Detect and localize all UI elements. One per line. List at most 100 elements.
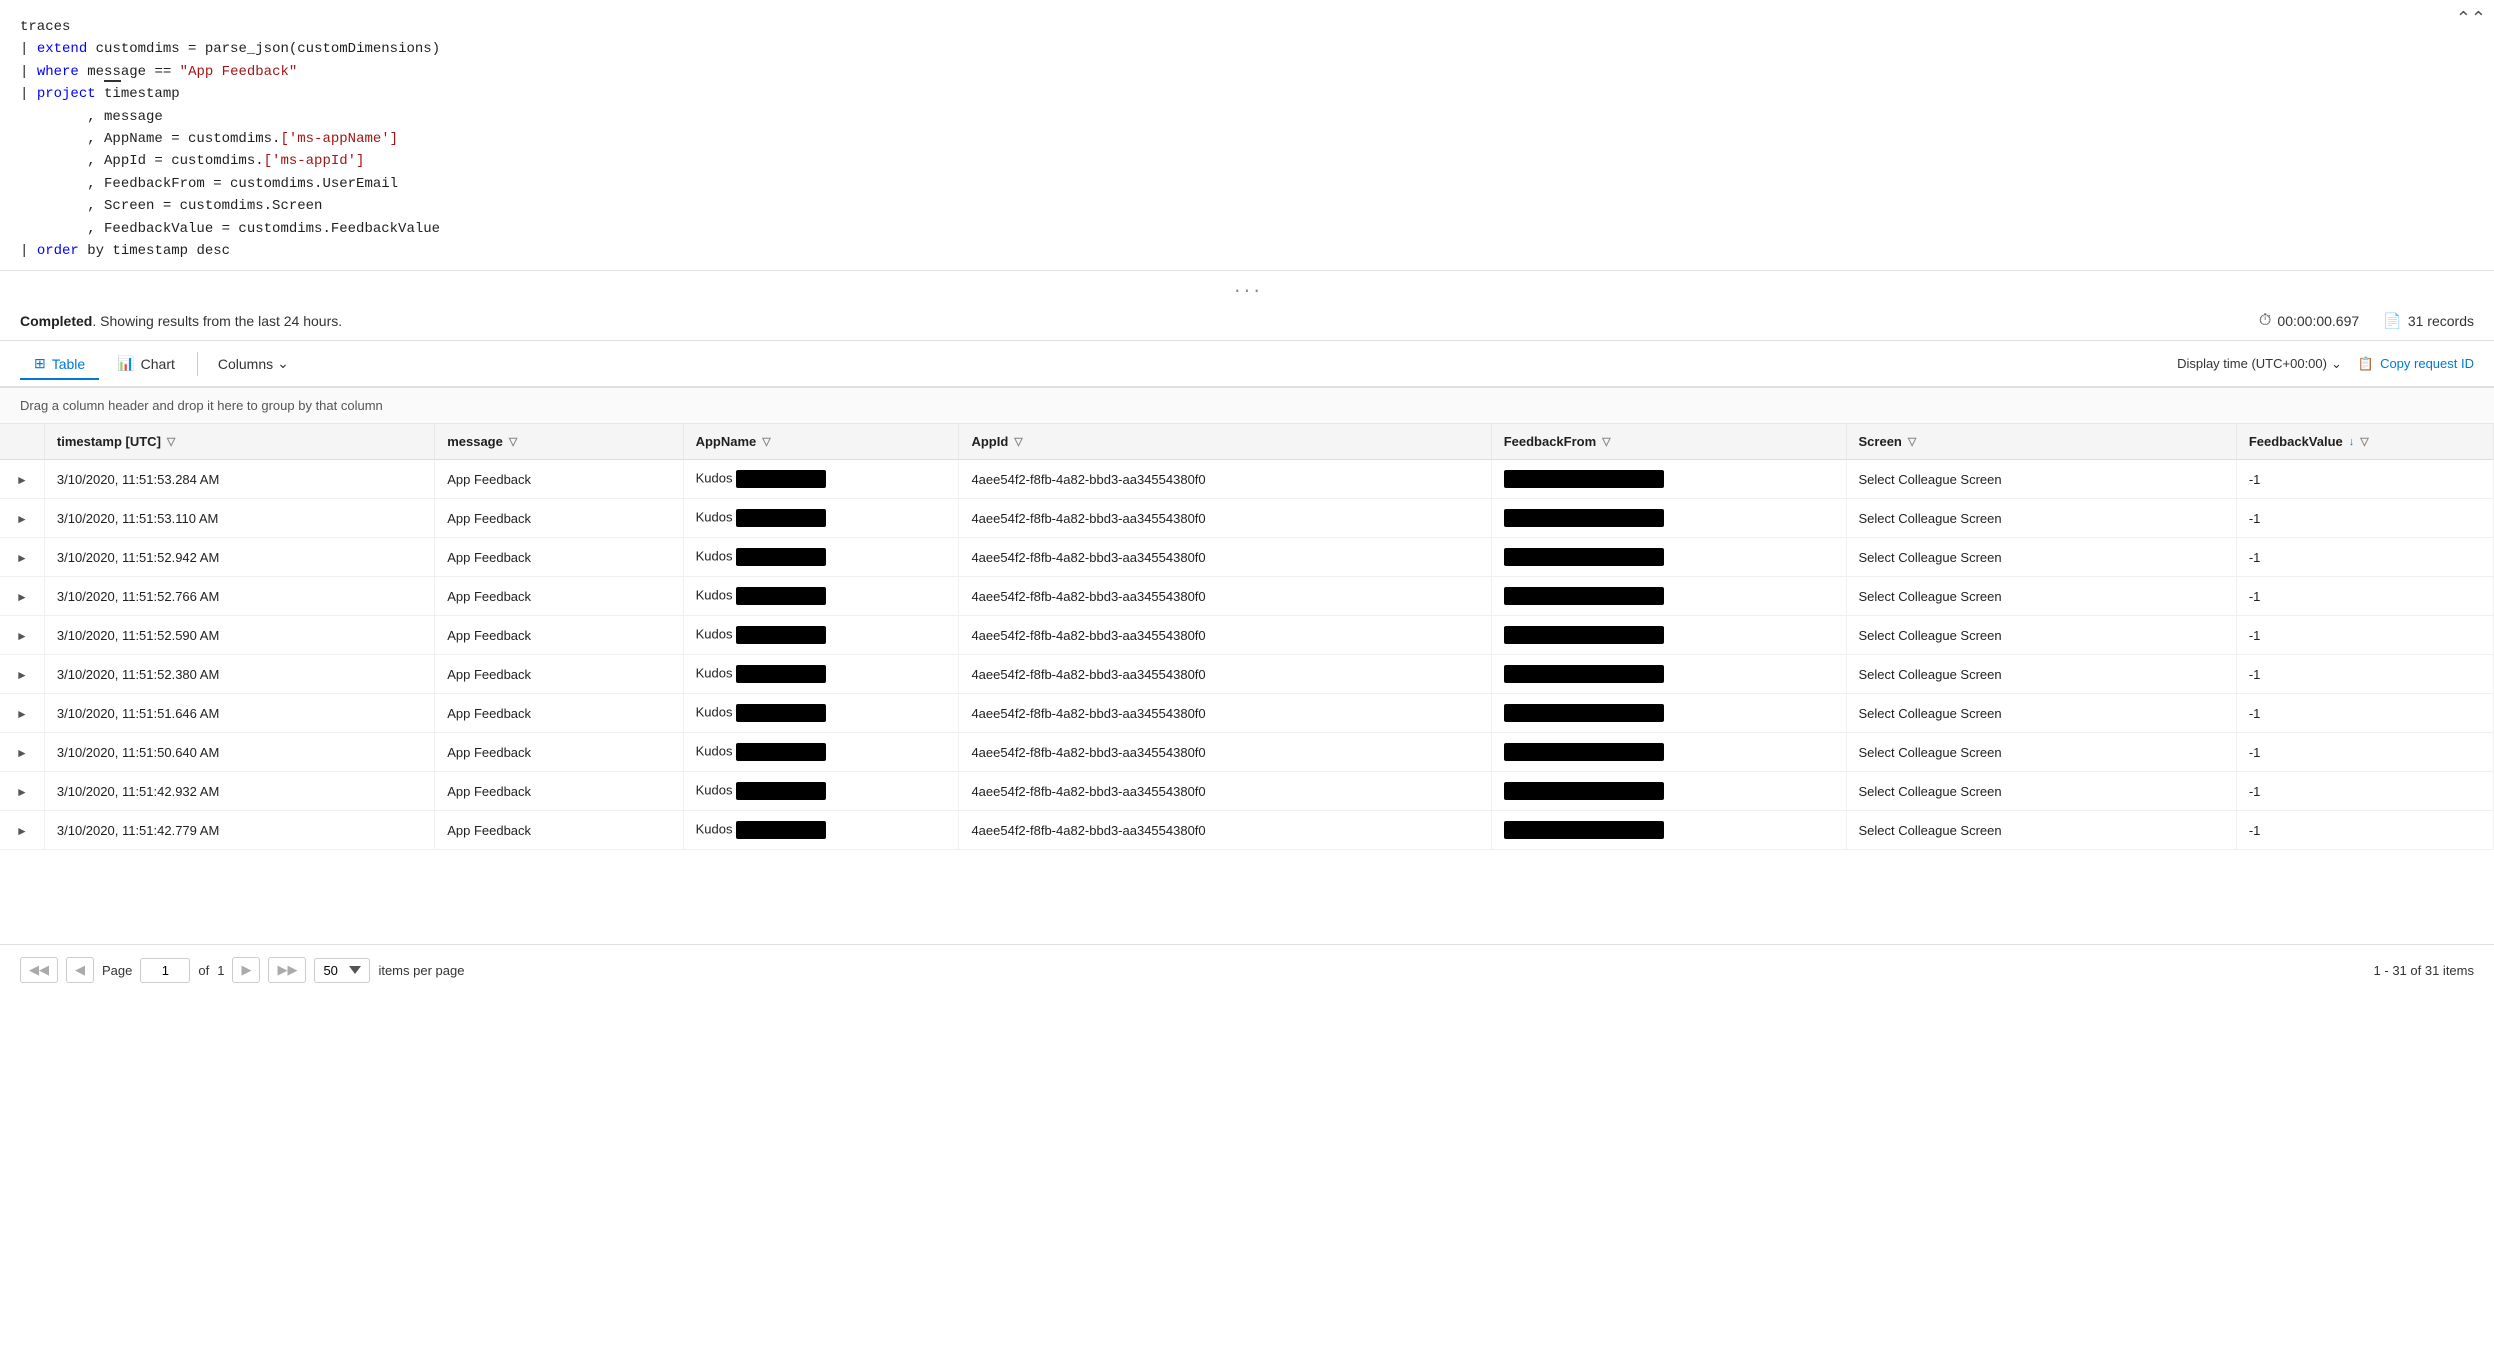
copy-request-label: Copy request ID <box>2380 356 2474 371</box>
row-message-5: App Feedback <box>435 655 683 694</box>
row-timestamp-4: 3/10/2020, 11:51:52.590 AM <box>44 616 434 655</box>
col-feedbackvalue-label: FeedbackValue <box>2249 434 2343 449</box>
query-editor: traces | extend customdims = parse_json(… <box>0 0 2494 271</box>
col-header-feedbackvalue[interactable]: FeedbackValue ↓ ▽ <box>2236 424 2493 460</box>
feedbackfrom-redacted-2 <box>1504 548 1664 566</box>
display-time-label: Display time (UTC+00:00) <box>2177 356 2327 371</box>
row-expand-1[interactable]: ► <box>0 499 44 538</box>
row-feedbackfrom-7 <box>1491 733 1846 772</box>
expand-button-9[interactable]: ► <box>12 824 32 838</box>
expand-button-8[interactable]: ► <box>12 785 32 799</box>
expand-button-4[interactable]: ► <box>12 629 32 643</box>
col-header-message[interactable]: message ▽ <box>435 424 683 460</box>
toolbar-right: Display time (UTC+00:00) ⌄ 📋 Copy reques… <box>2177 356 2474 372</box>
row-expand-4[interactable]: ► <box>0 616 44 655</box>
prev-page-button[interactable]: ◀ <box>66 957 94 983</box>
first-page-button[interactable]: ◀◀ <box>20 957 58 983</box>
filter-icon-feedbackvalue[interactable]: ▽ <box>2360 435 2368 448</box>
row-expand-3[interactable]: ► <box>0 577 44 616</box>
row-expand-8[interactable]: ► <box>0 772 44 811</box>
row-timestamp-9: 3/10/2020, 11:51:42.779 AM <box>44 811 434 850</box>
results-table-wrapper[interactable]: timestamp [UTC] ▽ message ▽ AppName <box>0 424 2494 944</box>
row-timestamp-3: 3/10/2020, 11:51:52.766 AM <box>44 577 434 616</box>
tab-divider <box>197 352 198 376</box>
row-feedbackfrom-3 <box>1491 577 1846 616</box>
row-feedbackfrom-5 <box>1491 655 1846 694</box>
row-expand-6[interactable]: ► <box>0 694 44 733</box>
appname-redacted-8 <box>736 782 826 800</box>
expand-button-0[interactable]: ► <box>12 473 32 487</box>
table-row[interactable]: ► 3/10/2020, 11:51:53.284 AM App Feedbac… <box>0 460 2494 499</box>
row-message-9: App Feedback <box>435 811 683 850</box>
row-timestamp-1: 3/10/2020, 11:51:53.110 AM <box>44 499 434 538</box>
row-screen-4: Select Colleague Screen <box>1846 616 2236 655</box>
table-row[interactable]: ► 3/10/2020, 11:51:42.779 AM App Feedbac… <box>0 811 2494 850</box>
sort-icon-feedbackvalue[interactable]: ↓ <box>2349 436 2355 448</box>
filter-icon-appid[interactable]: ▽ <box>1014 435 1022 448</box>
row-appid-1: 4aee54f2-f8fb-4a82-bbd3-aa34554380f0 <box>959 499 1491 538</box>
status-right: ⏱ 00:00:00.697 📄 31 records <box>2259 312 2474 330</box>
col-header-timestamp[interactable]: timestamp [UTC] ▽ <box>44 424 434 460</box>
timer-display: ⏱ 00:00:00.697 <box>2259 312 2359 330</box>
expand-button-2[interactable]: ► <box>12 551 32 565</box>
row-message-1: App Feedback <box>435 499 683 538</box>
expand-button-6[interactable]: ► <box>12 707 32 721</box>
results-table: timestamp [UTC] ▽ message ▽ AppName <box>0 424 2494 850</box>
pagination-range: 1 - 31 of 31 items <box>2374 963 2474 978</box>
row-appid-8: 4aee54f2-f8fb-4a82-bbd3-aa34554380f0 <box>959 772 1491 811</box>
columns-button[interactable]: Columns ⌄ <box>206 349 301 378</box>
row-expand-2[interactable]: ► <box>0 538 44 577</box>
page-input[interactable] <box>140 958 190 983</box>
display-time-button[interactable]: Display time (UTC+00:00) ⌄ <box>2177 356 2342 372</box>
status-completed: Completed <box>20 313 92 329</box>
filter-icon-timestamp[interactable]: ▽ <box>167 435 175 448</box>
tab-table[interactable]: ⊞ Table <box>20 349 99 380</box>
row-feedbackvalue-4: -1 <box>2236 616 2493 655</box>
query-line-11: | order by timestamp desc <box>20 240 2474 262</box>
table-row[interactable]: ► 3/10/2020, 11:51:42.932 AM App Feedbac… <box>0 772 2494 811</box>
col-header-screen[interactable]: Screen ▽ <box>1846 424 2236 460</box>
filter-icon-feedbackfrom[interactable]: ▽ <box>1602 435 1610 448</box>
table-row[interactable]: ► 3/10/2020, 11:51:52.766 AM App Feedbac… <box>0 577 2494 616</box>
toolbar: ⊞ Table 📊 Chart Columns ⌄ Display time (… <box>0 341 2494 388</box>
row-expand-5[interactable]: ► <box>0 655 44 694</box>
col-header-appid[interactable]: AppId ▽ <box>959 424 1491 460</box>
ellipsis-divider: ... <box>0 271 2494 302</box>
tab-chart[interactable]: 📊 Chart <box>103 349 189 380</box>
next-page-button[interactable]: ▶ <box>232 957 260 983</box>
of-label: of <box>198 963 209 978</box>
table-row[interactable]: ► 3/10/2020, 11:51:53.110 AM App Feedbac… <box>0 499 2494 538</box>
filter-icon-message[interactable]: ▽ <box>509 435 517 448</box>
copy-icon: 📋 <box>2358 356 2374 372</box>
last-page-button[interactable]: ▶▶ <box>268 957 306 983</box>
table-row[interactable]: ► 3/10/2020, 11:51:51.646 AM App Feedbac… <box>0 694 2494 733</box>
drag-hint: Drag a column header and drop it here to… <box>0 388 2494 424</box>
query-line-6: , AppName = customdims.['ms-appName'] <box>20 128 2474 150</box>
copy-request-button[interactable]: 📋 Copy request ID <box>2358 356 2474 372</box>
filter-icon-appname[interactable]: ▽ <box>762 435 770 448</box>
row-appname-4: Kudos <box>683 616 959 655</box>
col-header-appname[interactable]: AppName ▽ <box>683 424 959 460</box>
row-appname-3: Kudos <box>683 577 959 616</box>
row-expand-0[interactable]: ► <box>0 460 44 499</box>
row-feedbackfrom-4 <box>1491 616 1846 655</box>
table-row[interactable]: ► 3/10/2020, 11:51:52.942 AM App Feedbac… <box>0 538 2494 577</box>
table-row[interactable]: ► 3/10/2020, 11:51:52.380 AM App Feedbac… <box>0 655 2494 694</box>
col-header-feedbackfrom[interactable]: FeedbackFrom ▽ <box>1491 424 1846 460</box>
feedbackfrom-redacted-3 <box>1504 587 1664 605</box>
table-row[interactable]: ► 3/10/2020, 11:51:52.590 AM App Feedbac… <box>0 616 2494 655</box>
per-page-select[interactable]: 10 25 50 100 200 <box>314 958 370 983</box>
table-row[interactable]: ► 3/10/2020, 11:51:50.640 AM App Feedbac… <box>0 733 2494 772</box>
timer-icon: ⏱ <box>2259 312 2271 330</box>
expand-button-7[interactable]: ► <box>12 746 32 760</box>
filter-icon-screen[interactable]: ▽ <box>1908 435 1916 448</box>
row-expand-7[interactable]: ► <box>0 733 44 772</box>
row-feedbackfrom-1 <box>1491 499 1846 538</box>
row-expand-9[interactable]: ► <box>0 811 44 850</box>
collapse-editor-button[interactable]: ⌃⌃ <box>2456 8 2486 29</box>
row-screen-9: Select Colleague Screen <box>1846 811 2236 850</box>
expand-button-3[interactable]: ► <box>12 590 32 604</box>
expand-button-5[interactable]: ► <box>12 668 32 682</box>
expand-button-1[interactable]: ► <box>12 512 32 526</box>
appname-redacted-6 <box>736 704 826 722</box>
